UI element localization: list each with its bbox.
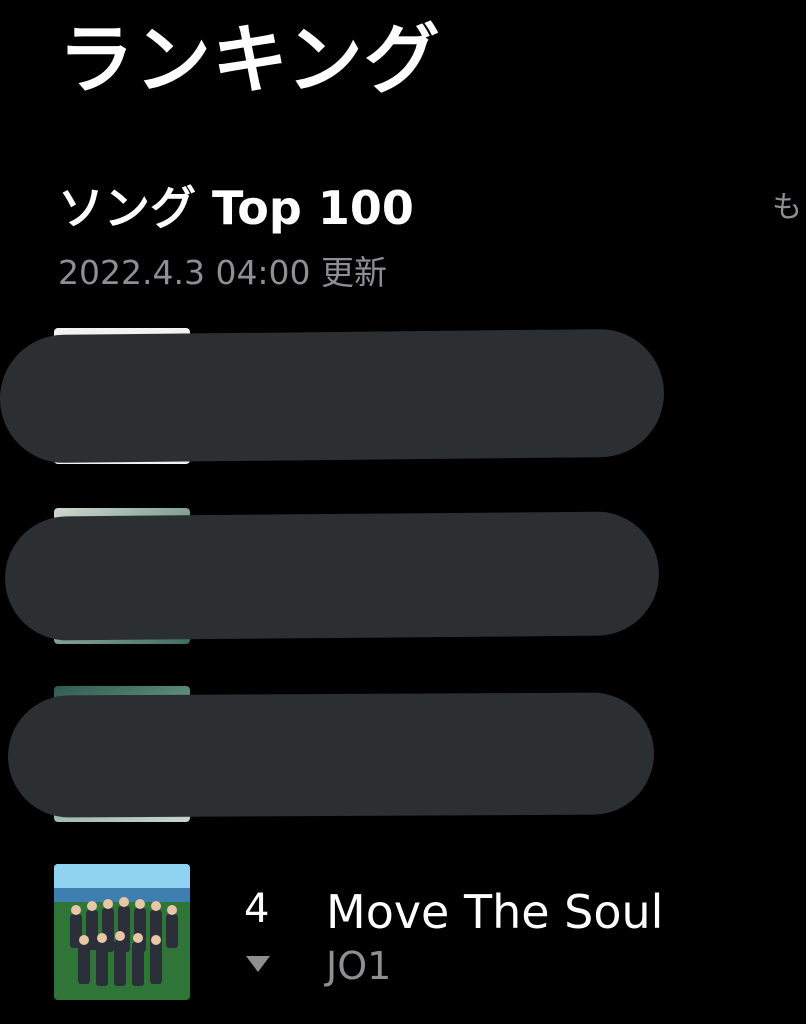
page-title: ランキング: [58, 15, 441, 104]
redacted-row-2: [4, 511, 660, 641]
triangle-down-icon: [246, 956, 270, 972]
updated-timestamp: 2022.4.3 04:00 更新: [58, 253, 388, 292]
album-art-illustration: [54, 864, 190, 1000]
ranking-screen: ランキング ソング Top 100 も 2022.4.3 04:00 更新 4 …: [0, 0, 806, 1024]
see-more-link[interactable]: も: [772, 186, 802, 230]
artist-name[interactable]: JO1: [326, 940, 391, 992]
rank-number: 4: [244, 886, 270, 932]
redacted-row-1: [0, 328, 665, 464]
album-art-4[interactable]: [54, 864, 190, 1000]
section-title[interactable]: ソング Top 100: [58, 178, 414, 238]
redacted-row-3: [7, 692, 655, 818]
song-title[interactable]: Move The Soul: [326, 882, 663, 942]
